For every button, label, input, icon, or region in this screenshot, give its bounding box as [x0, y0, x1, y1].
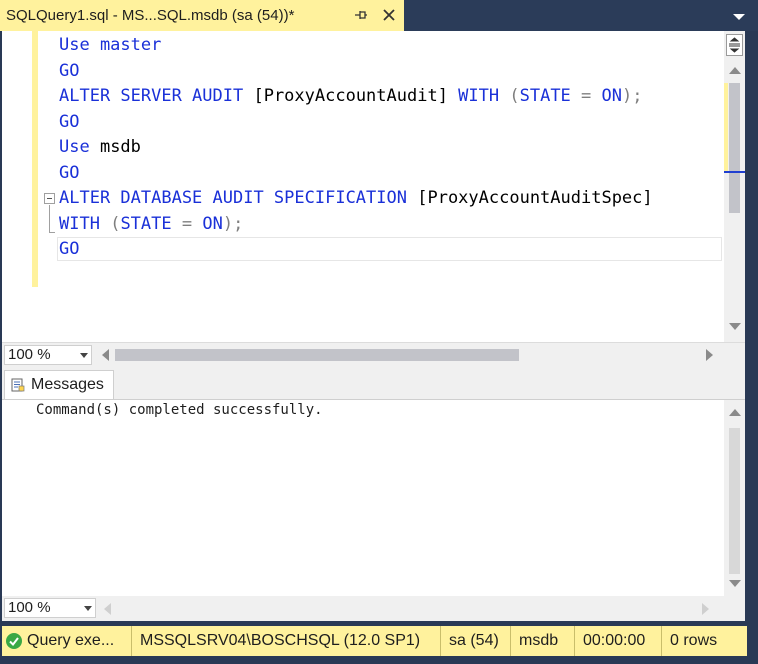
status-elapsed-text: 00:00:00 — [583, 632, 646, 649]
results-bottom-bar: 100 % — [2, 596, 745, 621]
outline-collapse-icon[interactable] — [44, 193, 55, 204]
code-line[interactable]: GO — [59, 161, 653, 187]
scroll-down-arrow-icon[interactable] — [729, 580, 741, 587]
status-elapsed: 00:00:00 — [574, 626, 661, 656]
sql-keyword: STATE — [120, 213, 172, 234]
editor-vertical-scrollbar[interactable] — [724, 31, 745, 342]
sql-keyword: GO — [59, 162, 80, 183]
pin-icon[interactable] — [353, 7, 369, 23]
sql-keyword: ON — [202, 213, 223, 234]
results-zoom-select[interactable]: 100 % — [4, 598, 96, 618]
sql-keyword: GO — [59, 60, 80, 81]
status-user: sa (54) — [440, 626, 510, 656]
outline-line-end — [49, 232, 55, 233]
code-line[interactable]: Use msdb — [59, 135, 653, 161]
tab-messages-label: Messages — [31, 376, 104, 393]
status-server-text: MSSQLSRV04\BOSCHSQL (12.0 SP1) — [140, 632, 421, 649]
code-line[interactable]: GO — [59, 237, 653, 263]
sql-keyword: Use — [59, 137, 90, 157]
document-tab-title: SQLQuery1.sql - MS...SQL.msdb (sa (54))* — [6, 7, 295, 24]
close-icon[interactable] — [380, 6, 398, 24]
messages-icon — [11, 378, 25, 392]
editor-bottom-bar: 100 % — [2, 342, 745, 366]
status-server: MSSQLSRV04\BOSCHSQL (12.0 SP1) — [131, 626, 440, 656]
result-message: Command(s) completed successfully. — [36, 402, 323, 418]
sql-keyword: Use master — [59, 35, 162, 55]
code-line[interactable]: GO — [59, 59, 653, 85]
status-database: msdb — [510, 626, 574, 656]
results-zoom-value: 100 % — [8, 599, 51, 616]
code-line[interactable]: ALTER SERVER AUDIT [ProxyAccountAudit] W… — [59, 84, 653, 110]
results-vertical-scrollbar[interactable] — [724, 400, 745, 597]
document-tab[interactable]: SQLQuery1.sql - MS...SQL.msdb (sa (54))* — [0, 0, 404, 31]
query-editor[interactable]: Use master GO ALTER SERVER AUDIT [ProxyAcc… — [2, 31, 745, 342]
sql-identifier: [ProxyAccountAuditSpec] — [407, 188, 653, 208]
scroll-right-arrow-icon[interactable] — [702, 603, 709, 615]
window-frame — [747, 31, 758, 664]
sql-operator: = — [171, 213, 203, 234]
sql-identifier: msdb — [89, 137, 141, 157]
sql-keyword: ON — [601, 86, 622, 106]
sql-keyword: GO — [59, 111, 80, 132]
sql-keyword: STATE — [519, 86, 571, 106]
scroll-change-marker — [724, 83, 728, 171]
split-arrows-icon — [729, 37, 740, 53]
editor-zoom-select[interactable]: 100 % — [4, 345, 92, 365]
code-text[interactable]: Use master GO ALTER SERVER AUDIT [ProxyAcc… — [59, 33, 653, 263]
status-database-text: msdb — [519, 632, 559, 649]
success-check-icon — [6, 633, 22, 649]
tab-list-dropdown-icon[interactable] — [732, 12, 746, 22]
horizontal-scroll-thumb[interactable] — [115, 349, 519, 361]
scroll-up-arrow-icon[interactable] — [729, 67, 741, 74]
sql-operator: ( — [99, 213, 121, 234]
status-query: Query exe... — [2, 626, 131, 656]
sql-operator: ); — [622, 86, 643, 106]
status-bar: Query exe... MSSQLSRV04\BOSCHSQL (12.0 S… — [2, 626, 747, 656]
sql-operator: = — [570, 86, 602, 106]
scroll-cursor-marker — [724, 171, 745, 173]
outline-line — [49, 205, 50, 233]
status-rows: 0 rows — [661, 626, 747, 656]
scroll-left-arrow-icon[interactable] — [104, 603, 111, 615]
sql-keyword: ALTER SERVER AUDIT — [59, 86, 244, 106]
scroll-down-arrow-icon[interactable] — [729, 323, 741, 330]
code-line[interactable]: GO — [59, 110, 653, 136]
scroll-left-arrow-icon[interactable] — [102, 349, 109, 361]
editor-zoom-value: 100 % — [8, 346, 51, 363]
sql-keyword: ALTER DATABASE AUDIT SPECIFICATION — [59, 188, 407, 208]
chevron-down-icon — [80, 353, 88, 358]
sql-operator: ( — [499, 86, 520, 106]
code-line[interactable]: WITH (STATE = ON); — [59, 212, 653, 238]
status-query-text: Query exe... — [27, 632, 115, 649]
code-line[interactable]: Use master — [59, 33, 653, 59]
split-editor-icon[interactable] — [726, 34, 743, 56]
status-user-text: sa (54) — [449, 632, 499, 649]
chevron-down-icon — [84, 606, 92, 611]
results-tab-strip: Messages — [2, 366, 745, 399]
change-tracking-bar — [32, 31, 38, 287]
scroll-thumb[interactable] — [729, 83, 740, 213]
tab-strip: SQLQuery1.sql - MS...SQL.msdb (sa (54))* — [0, 0, 758, 31]
editor-margin — [2, 31, 30, 342]
sql-keyword: WITH — [458, 86, 500, 106]
results-scroll-thumb[interactable] — [729, 428, 740, 574]
scroll-up-arrow-icon[interactable] — [729, 409, 741, 416]
code-line[interactable]: ALTER DATABASE AUDIT SPECIFICATION [Prox… — [59, 186, 653, 212]
sql-operator: ); — [222, 213, 244, 234]
scroll-right-arrow-icon[interactable] — [706, 349, 713, 361]
sql-keyword: GO — [59, 239, 80, 259]
sql-keyword: WITH — [59, 213, 100, 234]
status-rows-text: 0 rows — [670, 632, 718, 649]
messages-pane[interactable]: Command(s) completed successfully. — [2, 399, 745, 597]
tab-messages[interactable]: Messages — [4, 370, 114, 399]
sql-identifier: [ProxyAccountAudit] — [243, 86, 459, 106]
